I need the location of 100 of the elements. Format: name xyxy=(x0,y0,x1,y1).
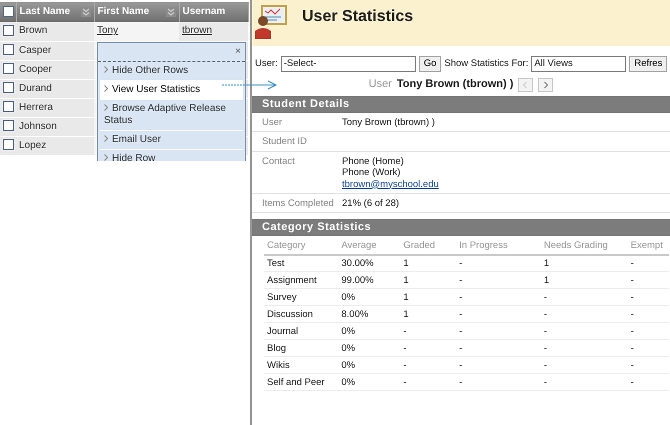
row-checkbox[interactable] xyxy=(3,101,14,112)
table-cell: - xyxy=(403,360,407,371)
field-value: 21% (6 of 28) xyxy=(342,198,400,210)
row-checkbox[interactable] xyxy=(3,63,14,74)
user-label: User xyxy=(368,78,392,92)
next-button[interactable] xyxy=(538,78,554,92)
row-checkbox[interactable] xyxy=(3,44,14,56)
table-cell: Herrera xyxy=(19,102,53,112)
chevron-icon xyxy=(104,154,108,161)
chevron-icon xyxy=(104,135,108,142)
column-header: Exempt xyxy=(630,240,663,252)
table-cell: Discussion xyxy=(267,308,313,320)
table-cell: - xyxy=(459,326,462,337)
menu-item[interactable]: View User Statistics xyxy=(100,81,243,100)
refresh-button[interactable]: Refres xyxy=(629,56,668,72)
table-cell: 0% xyxy=(341,360,356,371)
table-cell: - xyxy=(630,342,634,354)
table-cell: Blog xyxy=(267,342,286,354)
table-cell: Durand xyxy=(19,82,52,94)
table-cell: 1 xyxy=(544,274,550,286)
menu-item[interactable]: Hide Row xyxy=(100,150,243,169)
table-cell: Survey xyxy=(267,292,297,303)
table-cell: 0% xyxy=(341,326,356,337)
column-header: Needs Grading xyxy=(544,240,608,252)
table-cell: Self and Peer xyxy=(267,376,325,388)
table-cell: - xyxy=(630,308,634,320)
table-cell: - xyxy=(544,326,548,337)
table-cell: - xyxy=(630,360,634,371)
row-checkbox[interactable] xyxy=(3,82,14,94)
table-cell: Journal xyxy=(267,326,298,337)
chevron-icon xyxy=(104,66,108,73)
table-cell: Brown xyxy=(19,25,48,36)
table-cell: - xyxy=(403,376,407,388)
field-label: Contact xyxy=(262,156,296,169)
field-label: Items Completed xyxy=(262,198,335,210)
table-cell: - xyxy=(459,308,462,320)
arrow xyxy=(222,80,278,92)
field-label: Show Statistics For: xyxy=(444,58,528,70)
go-button[interactable]: Go xyxy=(418,56,442,72)
table-cell: - xyxy=(403,326,407,337)
table-cell: 8.00% xyxy=(341,308,368,320)
table-cell: - xyxy=(544,360,548,371)
chevron-icon xyxy=(523,81,528,89)
view-dropdown[interactable]: All Views xyxy=(531,56,626,72)
menu-item[interactable]: Browse Adaptive Release Status xyxy=(100,100,243,131)
table-cell: Lopez xyxy=(19,140,46,150)
table-cell: 1 xyxy=(403,292,409,303)
row-checkbox[interactable] xyxy=(3,25,14,36)
table-cell: - xyxy=(544,292,548,303)
table-cell: 1 xyxy=(544,258,550,269)
table-cell: - xyxy=(544,308,548,320)
table-cell: - xyxy=(459,360,462,371)
field-label: User xyxy=(262,117,284,128)
table-cell: Tony xyxy=(97,25,118,36)
menu-item[interactable]: Email User xyxy=(100,131,243,150)
table-cell: - xyxy=(630,376,634,388)
table-cell: 1 xyxy=(403,258,409,269)
table-cell: 30.00% xyxy=(341,258,374,269)
row-checkbox[interactable] xyxy=(3,139,14,150)
select-all-checkbox[interactable] xyxy=(3,6,14,17)
table-cell: 1 xyxy=(403,274,409,286)
column-header: In Progress xyxy=(459,240,508,252)
page-title: User Statistics xyxy=(302,7,414,26)
column-header: Category xyxy=(267,240,306,252)
row-checkbox[interactable] xyxy=(3,120,14,132)
table-cell: - xyxy=(459,274,462,286)
table-cell: - xyxy=(630,326,634,337)
field-value: Phone (Work) xyxy=(342,167,402,179)
table-cell: Wikis xyxy=(267,360,290,371)
table-cell: 0% xyxy=(341,292,356,303)
teacher-board-icon xyxy=(254,3,288,39)
section-header: Student Details xyxy=(252,96,670,113)
table-cell: Johnson xyxy=(19,120,57,132)
table-cell: 0% xyxy=(341,376,356,388)
table-cell: - xyxy=(403,342,407,354)
table-cell: Casper xyxy=(19,44,52,56)
user-dropdown[interactable]: -Select- xyxy=(280,56,416,72)
table-cell: 0% xyxy=(341,342,356,354)
table-cell: tbrown xyxy=(182,25,212,36)
field-value: Tony Brown (tbrown) ) xyxy=(342,117,435,128)
table-cell: Cooper xyxy=(19,64,52,74)
table-cell: - xyxy=(544,376,548,388)
table-cell: 1 xyxy=(403,308,409,320)
table-cell: - xyxy=(630,292,634,303)
table-cell: - xyxy=(459,376,462,388)
table-cell: Assignment xyxy=(267,274,317,286)
chevron-icon xyxy=(104,85,108,92)
email-link[interactable]: tbrown@myschool.edu xyxy=(342,178,439,190)
chevron-icon xyxy=(543,81,548,89)
user-name: Tony Brown (tbrown) ) xyxy=(396,78,514,92)
field-label: Student ID xyxy=(262,136,308,148)
table-cell: - xyxy=(459,292,462,303)
close-button[interactable]: × xyxy=(235,47,241,57)
field-value: Phone (Home) xyxy=(342,156,405,168)
column-header: Average xyxy=(341,240,377,252)
table-cell: - xyxy=(630,274,634,286)
table-cell: 99.00% xyxy=(341,274,374,286)
table-cell: - xyxy=(459,258,462,269)
table-cell: Test xyxy=(267,258,284,269)
column-header: Graded xyxy=(403,240,436,252)
